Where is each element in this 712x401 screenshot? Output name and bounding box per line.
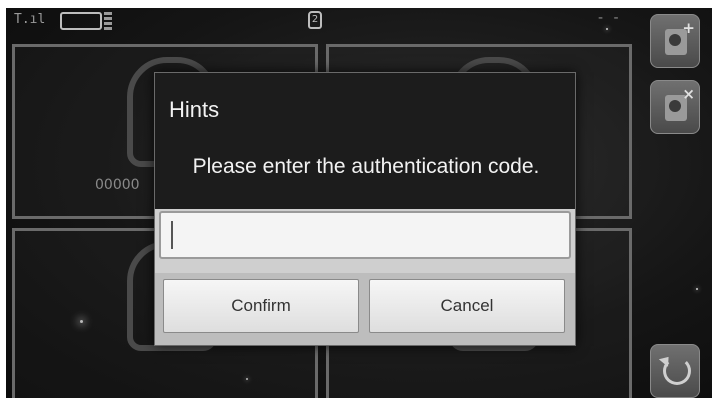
- remove-camera-button[interactable]: ×: [650, 80, 700, 134]
- auth-dialog: Hints Please enter the authentication co…: [154, 72, 576, 346]
- dialog-title: Hints: [169, 97, 220, 122]
- plus-icon: +: [682, 19, 695, 37]
- close-icon: ×: [682, 85, 695, 103]
- status-placeholder: - -: [598, 10, 622, 26]
- battery-level-icon: [104, 12, 112, 30]
- dialog-message: Please enter the authentication code.: [192, 155, 540, 178]
- add-camera-button[interactable]: +: [650, 14, 700, 68]
- text-caret: [171, 221, 173, 249]
- cancel-button[interactable]: Cancel: [369, 279, 565, 333]
- dialog-button-bar: Confirm Cancel: [155, 273, 575, 345]
- star-decoration: [696, 288, 698, 290]
- refresh-icon: [663, 357, 691, 385]
- refresh-button[interactable]: [650, 344, 700, 398]
- lock-count-icon: 2: [308, 11, 322, 29]
- dialog-input-area: [155, 209, 575, 273]
- battery-icon: [60, 12, 102, 30]
- confirm-button[interactable]: Confirm: [163, 279, 359, 333]
- auth-code-input[interactable]: [159, 211, 571, 259]
- status-bar: T.ıl 2 - -: [6, 8, 646, 32]
- signal-icon: T.ıl: [14, 12, 46, 27]
- camera-id-label: 00000: [95, 177, 140, 193]
